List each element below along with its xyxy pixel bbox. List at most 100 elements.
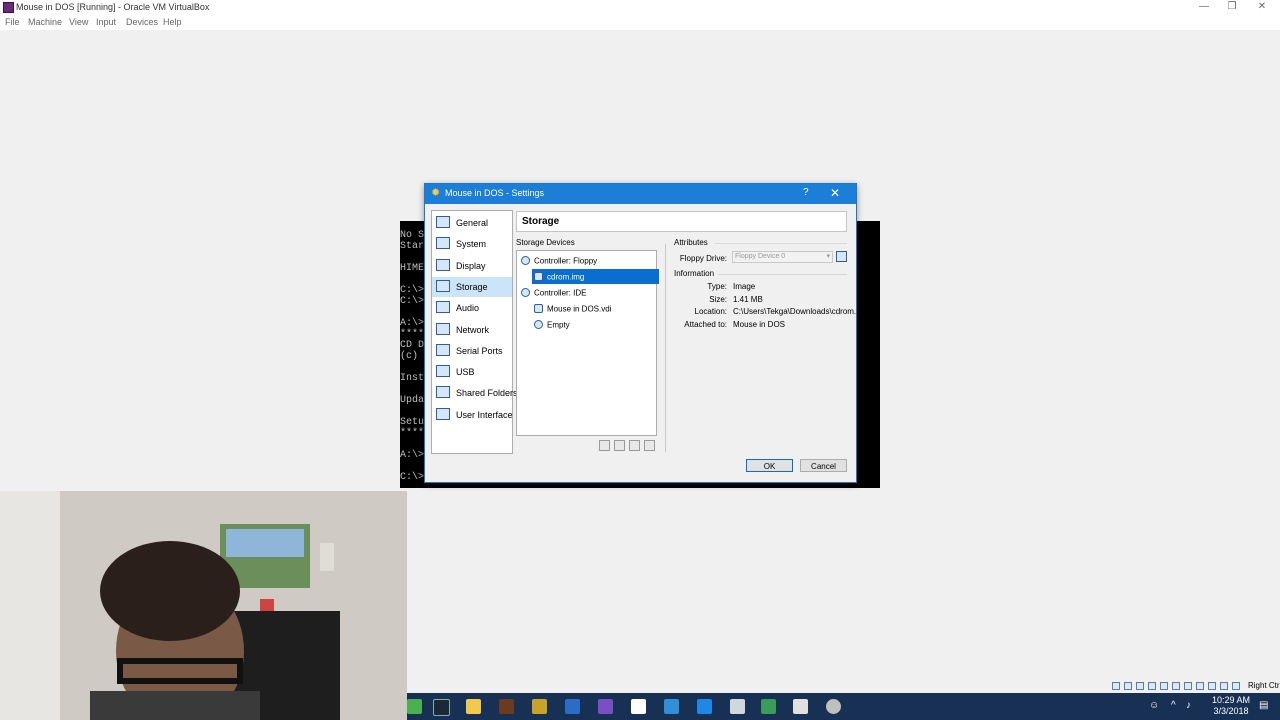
virtualbox-taskbar-icon[interactable] xyxy=(793,699,808,714)
nav-item-display[interactable]: Display xyxy=(432,256,512,276)
display-icon xyxy=(436,258,450,271)
dialog-title: Mouse in DOS - Settings xyxy=(445,188,545,198)
nav-item-storage[interactable]: Storage xyxy=(432,276,512,297)
tree-item-label: Empty xyxy=(547,320,570,330)
optical-drive-status-icon[interactable] xyxy=(1124,682,1132,690)
floppy-drive-select[interactable]: Floppy Device 0 ▾ xyxy=(732,251,833,263)
nav-item-network[interactable]: Network xyxy=(432,320,512,340)
nav-item-system[interactable]: System xyxy=(432,234,512,254)
hard-disk-status-icon[interactable] xyxy=(1112,682,1120,690)
add-attachment-icon[interactable] xyxy=(599,440,610,451)
tree-item[interactable]: Controller: Floppy xyxy=(519,253,656,268)
audio-status-icon[interactable] xyxy=(1148,682,1156,690)
webcam-image xyxy=(0,491,407,720)
pycharm-icon[interactable] xyxy=(761,699,776,714)
nav-item-label: Storage xyxy=(456,281,488,292)
vm-text-line: **** xyxy=(400,428,425,439)
dialog-titlebar: ✹ Mouse in DOS - Settings ? ✕ xyxy=(425,184,856,204)
nav-item-label: Shared Folders xyxy=(456,388,518,399)
minecraft-icon[interactable] xyxy=(407,699,422,714)
volume-icon[interactable]: ♪ xyxy=(1186,700,1191,711)
network-icon xyxy=(436,322,450,335)
notifications-icon[interactable]: ▤ xyxy=(1259,700,1268,711)
tree-item-label: Mouse in DOS.vdi xyxy=(547,304,612,314)
app-icon-4[interactable] xyxy=(697,699,712,714)
remove-controller-icon[interactable] xyxy=(644,440,655,451)
system-icon xyxy=(436,237,450,250)
nav-item-label: Display xyxy=(456,260,486,271)
panel-divider xyxy=(665,244,666,452)
cpu-status-icon[interactable] xyxy=(1220,682,1228,690)
user-interface-icon xyxy=(436,407,450,420)
vm-text-line: CD D xyxy=(400,340,425,351)
ok-button[interactable]: OK xyxy=(746,459,793,472)
people-icon[interactable]: ☺ xyxy=(1149,700,1159,711)
vm-text-line: (c) xyxy=(400,351,419,362)
help-button[interactable]: ? xyxy=(803,187,809,198)
tree-item[interactable]: Empty xyxy=(532,317,659,332)
vscode-icon[interactable] xyxy=(664,699,679,714)
nav-item-label: User Interface xyxy=(456,409,513,420)
menu-file[interactable]: File xyxy=(5,17,20,27)
window-close-button[interactable]: ✕ xyxy=(1246,0,1278,14)
nav-item-shared-folders[interactable]: Shared Folders xyxy=(432,383,518,403)
app-icon-2[interactable] xyxy=(532,699,547,714)
storage-icon xyxy=(436,279,450,292)
display-status-icon[interactable] xyxy=(1196,682,1204,690)
webcam-overlay xyxy=(0,491,407,720)
app-icon-3[interactable] xyxy=(631,699,646,714)
clock-date: 3/3/2018 xyxy=(1213,706,1249,716)
attached-to-value: Mouse in DOS xyxy=(733,320,786,329)
mouse-integration-icon[interactable] xyxy=(1232,682,1240,690)
size-value: 1.41 MB xyxy=(733,295,763,304)
menu-machine[interactable]: Machine xyxy=(28,17,62,27)
tree-item-label: cdrom.img xyxy=(547,272,585,282)
location-label: Location: xyxy=(694,307,727,316)
cancel-button[interactable]: Cancel xyxy=(800,459,847,472)
remove-attachment-icon[interactable] xyxy=(614,440,625,451)
vm-text-line: No S xyxy=(400,230,425,241)
visual-studio-icon[interactable] xyxy=(598,699,613,714)
clock[interactable]: 10:29 AM 3/3/2018 xyxy=(1207,695,1255,717)
storage-tree[interactable]: Controller: Floppy cdrom.img Controller: I… xyxy=(516,250,659,436)
file-explorer-icon[interactable] xyxy=(466,699,481,714)
vm-text-line: Upda xyxy=(400,395,425,406)
menu-devices[interactable]: Devices xyxy=(126,17,158,27)
dialog-close-button[interactable]: ✕ xyxy=(830,186,840,200)
chevron-up-icon[interactable]: ^ xyxy=(1171,700,1176,711)
virtualbox-app-icon xyxy=(3,2,14,13)
nav-item-user-interface[interactable]: User Interface xyxy=(432,405,513,425)
nav-item-general[interactable]: General xyxy=(432,213,512,233)
usb-status-icon[interactable] xyxy=(1172,682,1180,690)
add-controller-icon[interactable] xyxy=(629,440,640,451)
capture-status-icon[interactable] xyxy=(1208,682,1216,690)
nav-item-usb[interactable]: USB xyxy=(432,362,512,382)
tree-item[interactable]: Mouse in DOS.vdi xyxy=(532,301,659,316)
usb-icon xyxy=(436,365,450,378)
floppy-status-icon[interactable] xyxy=(1136,682,1144,690)
choose-disk-icon[interactable] xyxy=(836,251,847,262)
vm-text-line: HIME xyxy=(400,263,425,274)
tree-item[interactable]: Controller: IDE xyxy=(519,285,656,300)
menu-help[interactable]: Help xyxy=(163,17,182,27)
nav-item-serial-ports[interactable]: Serial Ports xyxy=(432,341,512,361)
restore-button[interactable]: ❐ xyxy=(1216,0,1248,14)
host-key-label: Right Ctrl xyxy=(1248,681,1280,690)
shared-folders-status-icon[interactable] xyxy=(1184,682,1192,690)
nav-item-audio[interactable]: Audio xyxy=(432,298,512,318)
tree-item[interactable]: cdrom.img xyxy=(532,269,659,284)
settings-dialog: ✹ Mouse in DOS - Settings ? ✕ General Sys… xyxy=(424,183,861,483)
vm-text-line: **** xyxy=(400,329,425,340)
floppy-drive-label: Floppy Drive: xyxy=(679,254,727,263)
menu-view[interactable]: View xyxy=(69,17,88,27)
mail-icon[interactable] xyxy=(730,699,745,714)
menu-input[interactable]: Input xyxy=(96,17,116,27)
menu-bar: File Machine View Input Devices Help xyxy=(0,15,1280,30)
store-icon[interactable] xyxy=(565,699,580,714)
app-icon-5[interactable] xyxy=(826,699,841,714)
network-status-icon[interactable] xyxy=(1160,682,1168,690)
settings-gear-icon: ✹ xyxy=(431,187,441,199)
app-icon-1[interactable] xyxy=(499,699,514,714)
chevron-down-icon: ▾ xyxy=(826,253,830,260)
steam-icon[interactable] xyxy=(433,699,450,716)
